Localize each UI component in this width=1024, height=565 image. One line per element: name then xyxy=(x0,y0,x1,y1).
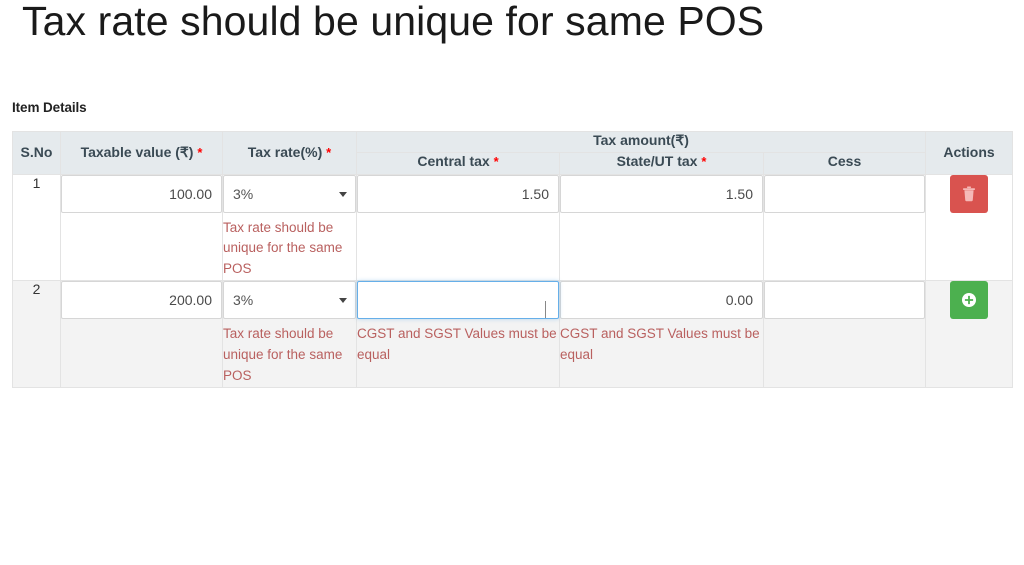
central-tax-input[interactable] xyxy=(357,174,559,213)
central-tax-input-wrapper xyxy=(357,281,559,320)
central-tax-input[interactable] xyxy=(357,281,559,320)
column-header-sno: S.No xyxy=(12,131,61,175)
section-label: Item Details xyxy=(12,100,87,115)
column-header-central-tax: Central tax * xyxy=(356,152,560,175)
tax-rate-error-message: Tax rate should be unique for the same P… xyxy=(223,326,343,384)
cell-tax-rate: 3% Tax rate should be unique for the sam… xyxy=(222,173,357,282)
cell-cess xyxy=(762,173,927,282)
column-header-cess: Cess xyxy=(762,152,927,175)
tax-rate-select-value: 3% xyxy=(233,185,254,202)
cell-actions xyxy=(925,280,1014,389)
plus-circle-icon xyxy=(962,293,977,308)
row-serial-number: 2 xyxy=(12,280,61,389)
column-header-tax-rate: Tax rate(%) * xyxy=(222,131,357,175)
required-asterisk: * xyxy=(701,154,707,170)
table-row: 2 3% Tax rate should be unique for the s… xyxy=(12,280,1014,389)
cess-input[interactable] xyxy=(764,281,926,320)
required-asterisk: * xyxy=(326,145,332,160)
column-header-state-ut-tax: State/UT tax * xyxy=(559,152,764,175)
text-cursor xyxy=(545,301,546,319)
row-serial-number: 1 xyxy=(12,173,61,282)
cell-cess xyxy=(762,280,927,389)
state-ut-tax-error-message: CGST and SGST Values must be equal xyxy=(560,326,760,363)
chevron-down-icon xyxy=(339,191,347,197)
required-asterisk: * xyxy=(493,154,499,170)
table-header-row-1: S.No Taxable value (₹) * Tax rate(%) * T… xyxy=(12,130,1014,175)
central-tax-error-message: CGST and SGST Values must be equal xyxy=(357,326,557,363)
cell-taxable-value xyxy=(60,173,223,282)
trash-icon xyxy=(963,186,975,201)
column-header-taxable-value: Taxable value (₹) * xyxy=(60,131,223,175)
delete-row-button[interactable] xyxy=(950,174,989,213)
cell-taxable-value xyxy=(60,280,223,389)
cell-state-ut-tax: CGST and SGST Values must be equal xyxy=(559,280,764,389)
chevron-down-icon xyxy=(339,298,347,304)
tax-rate-select[interactable]: 3% xyxy=(223,281,356,320)
state-ut-tax-input[interactable] xyxy=(560,174,763,213)
tax-rate-select[interactable]: 3% xyxy=(223,174,356,213)
taxable-value-input[interactable] xyxy=(61,281,222,320)
item-details-table-container: S.No Taxable value (₹) * Tax rate(%) * T… xyxy=(12,130,1014,389)
table-header: S.No Taxable value (₹) * Tax rate(%) * T… xyxy=(12,130,1014,175)
taxable-value-input[interactable] xyxy=(61,174,222,213)
add-row-button[interactable] xyxy=(950,281,989,320)
cell-state-ut-tax xyxy=(559,173,764,282)
column-header-actions: Actions xyxy=(925,131,1014,175)
column-header-tax-amount-group: Tax amount(₹) xyxy=(355,130,927,154)
tax-rate-select-value: 3% xyxy=(233,292,254,309)
cell-actions xyxy=(925,173,1014,282)
table-body: 1 3% Tax rate should be unique for the s… xyxy=(12,173,1014,389)
page-title: Tax rate should be unique for same POS xyxy=(22,0,765,44)
table-row: 1 3% Tax rate should be unique for the s… xyxy=(12,173,1014,282)
tax-rate-error-message: Tax rate should be unique for the same P… xyxy=(223,219,343,277)
cell-central-tax: CGST and SGST Values must be equal xyxy=(356,280,560,389)
cell-central-tax xyxy=(356,173,560,282)
required-asterisk: * xyxy=(197,145,203,160)
state-ut-tax-input[interactable] xyxy=(560,281,763,320)
item-details-table: S.No Taxable value (₹) * Tax rate(%) * T… xyxy=(12,130,1014,389)
cell-tax-rate: 3% Tax rate should be unique for the sam… xyxy=(222,280,357,389)
cess-input[interactable] xyxy=(764,174,926,213)
